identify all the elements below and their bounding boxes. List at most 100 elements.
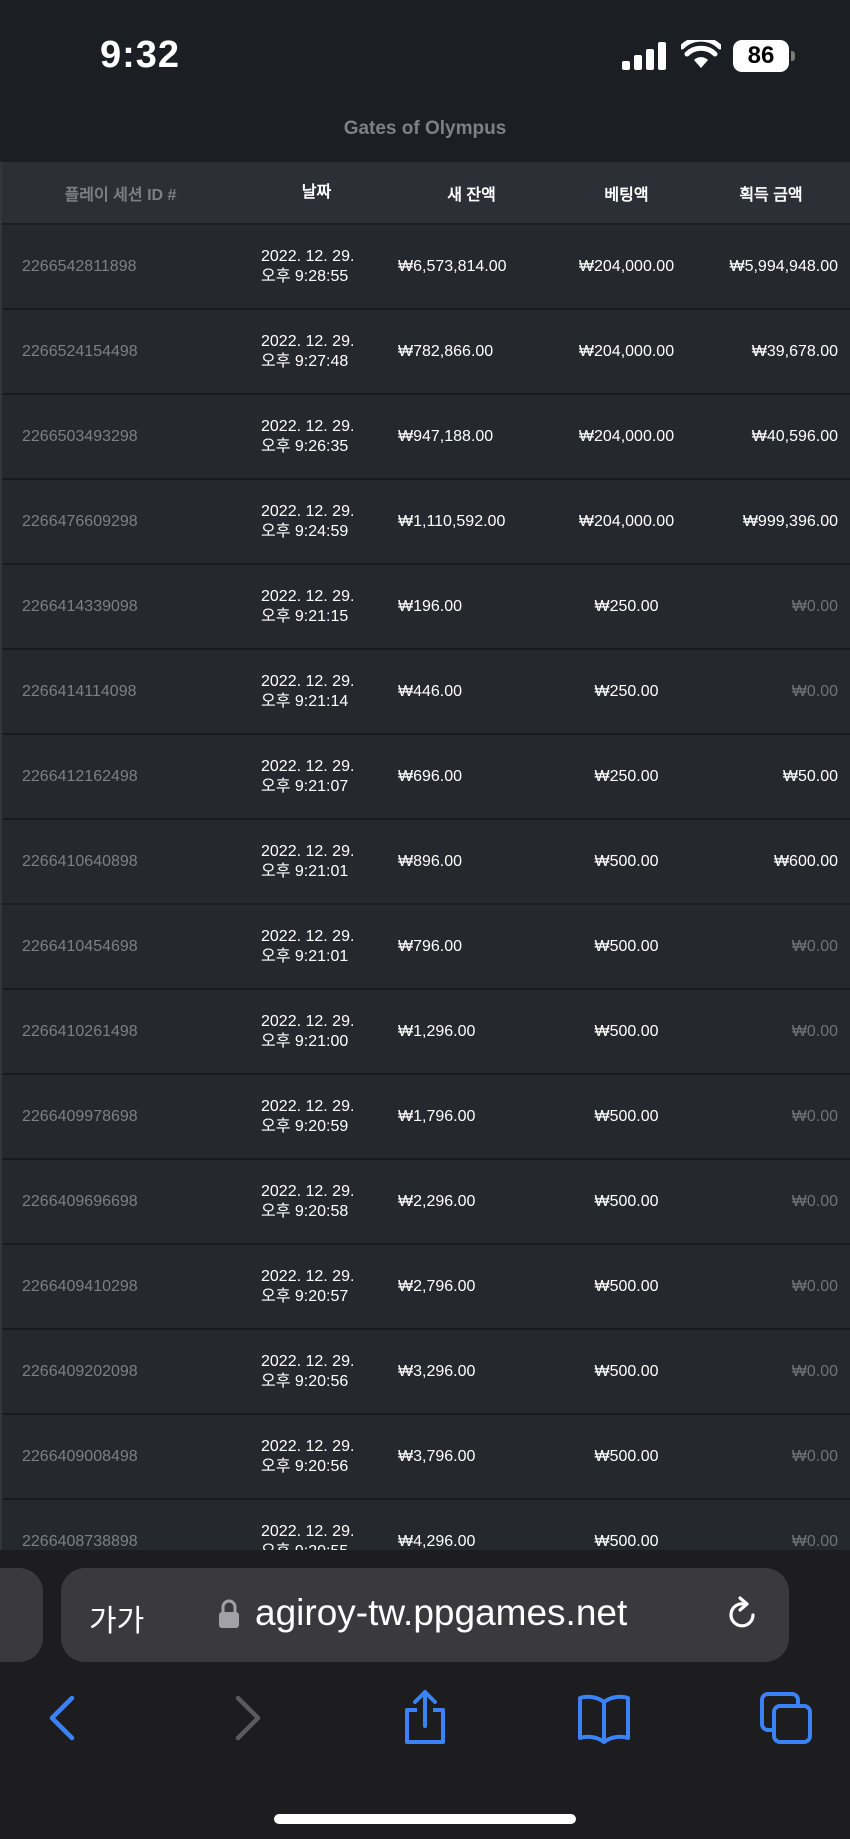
date-text: 2022. 12. 29. — [261, 1352, 355, 1370]
battery-level: 86 — [733, 40, 789, 72]
bet-cell: ₩204,000.00 — [578, 342, 675, 360]
win-cell: ₩39,678.00 — [751, 342, 838, 360]
home-indicator[interactable] — [274, 1814, 576, 1824]
date-text: 2022. 12. 29. — [261, 1267, 355, 1285]
lock-icon — [219, 1599, 239, 1628]
session-id-cell: 2266410640898 — [22, 852, 138, 870]
bet-cell: ₩500.00 — [594, 1362, 659, 1380]
header-session-id[interactable]: 플레이 세션 ID # — [2, 181, 239, 205]
balance-cell: ₩947,188.00 — [398, 427, 494, 445]
session-id-cell: 2266409978698 — [22, 1107, 138, 1125]
date-text: 2022. 12. 29. — [261, 672, 355, 690]
date-cell: 2022. 12. 29. 오후 9:20:59 — [239, 1097, 394, 1137]
win-cell: ₩600.00 — [773, 852, 838, 870]
win-cell: ₩40,596.00 — [751, 427, 838, 445]
header-bet[interactable]: 베팅액 — [549, 181, 704, 205]
balance-cell: ₩896.00 — [398, 852, 463, 870]
table-row[interactable]: 2266408738898 2022. 12. 29. 오후 9:20:55 ₩4,2… — [2, 1500, 850, 1550]
bet-cell: ₩204,000.00 — [578, 512, 675, 530]
time-text: 오후 9:21:14 — [261, 692, 349, 710]
win-cell: ₩0.00 — [791, 597, 838, 615]
session-id-cell: 2266414339098 — [22, 597, 138, 615]
date-cell: 2022. 12. 29. 오후 9:27:48 — [239, 332, 394, 372]
time-text: 오후 9:20:56 — [261, 1457, 349, 1475]
table-row[interactable]: 2266476609298 2022. 12. 29. 오후 9:24:59 ₩1,1… — [2, 480, 850, 565]
bet-cell: ₩204,000.00 — [578, 257, 675, 275]
time-text: 오후 9:20:57 — [261, 1287, 349, 1305]
time-text: 오후 9:21:01 — [261, 862, 349, 880]
battery-indicator: 86 — [733, 40, 795, 72]
book-icon[interactable] — [576, 1690, 632, 1746]
win-cell: ₩0.00 — [791, 1532, 838, 1550]
session-id-cell: 2266409008498 — [22, 1447, 138, 1465]
balance-cell: ₩2,796.00 — [398, 1277, 476, 1295]
table-row[interactable]: 2266410640898 2022. 12. 29. 오후 9:21:01 ₩896… — [2, 820, 850, 905]
session-id-cell: 2266409202098 — [22, 1362, 138, 1380]
bet-cell: ₩500.00 — [594, 1192, 659, 1210]
session-id-cell: 2266410261498 — [22, 1022, 138, 1040]
balance-cell: ₩446.00 — [398, 682, 463, 700]
date-cell: 2022. 12. 29. 오후 9:21:01 — [239, 842, 394, 882]
date-text: 2022. 12. 29. — [261, 842, 355, 860]
date-text: 2022. 12. 29. — [261, 247, 355, 265]
session-id-cell: 2266476609298 — [22, 512, 138, 530]
date-cell: 2022. 12. 29. 오후 9:21:07 — [239, 757, 394, 797]
bet-cell: ₩500.00 — [594, 937, 659, 955]
table-row[interactable]: 2266524154498 2022. 12. 29. 오후 9:27:48 ₩782… — [2, 310, 850, 395]
reload-icon[interactable] — [722, 1595, 762, 1635]
table-row[interactable]: 2266409008498 2022. 12. 29. 오후 9:20:56 ₩3,7… — [2, 1415, 850, 1500]
date-cell: 2022. 12. 29. 오후 9:20:56 — [239, 1437, 394, 1477]
win-cell: ₩0.00 — [791, 682, 838, 700]
bet-cell: ₩500.00 — [594, 1532, 659, 1550]
history-table: 플레이 세션 ID # 날짜 새 잔액 베팅액 획득 금액 2266542811… — [0, 162, 850, 1550]
balance-cell: ₩696.00 — [398, 767, 463, 785]
page-title: Gates of Olympus — [343, 118, 507, 139]
bet-cell: ₩250.00 — [594, 767, 659, 785]
date-text: 2022. 12. 29. — [261, 927, 355, 945]
header-balance[interactable]: 새 잔액 — [394, 181, 549, 205]
time-text: 오후 9:20:58 — [261, 1202, 349, 1220]
time-text: 오후 9:21:07 — [261, 777, 349, 795]
browser-toolbar: 가가 agiroy-tw.ppgames.net — [0, 1550, 850, 1839]
date-text: 2022. 12. 29. — [261, 1522, 355, 1540]
text-size-button[interactable]: 가가 — [89, 1596, 144, 1640]
table-row[interactable]: 2266409202098 2022. 12. 29. 오후 9:20:56 ₩3,2… — [2, 1330, 850, 1415]
table-row[interactable]: 2266542811898 2022. 12. 29. 오후 9:28:55 ₩6,5… — [2, 225, 850, 310]
table-row[interactable]: 2266410261498 2022. 12. 29. 오후 9:21:00 ₩1,2… — [2, 990, 850, 1075]
date-cell: 2022. 12. 29. 오후 9:26:35 — [239, 417, 394, 457]
balance-cell: ₩1,296.00 — [398, 1022, 476, 1040]
balance-cell: ₩782,866.00 — [398, 342, 494, 360]
table-row[interactable]: 2266410454698 2022. 12. 29. 오후 9:21:01 ₩796… — [2, 905, 850, 990]
address-bar[interactable]: 가가 agiroy-tw.ppgames.net — [61, 1568, 789, 1662]
time-text: 오후 9:28:55 — [261, 267, 349, 285]
status-time: 9:32 — [100, 34, 181, 76]
chevron-right-icon[interactable] — [218, 1690, 274, 1746]
table-row[interactable]: 2266414114098 2022. 12. 29. 오후 9:21:14 ₩446… — [2, 650, 850, 735]
bet-cell: ₩204,000.00 — [578, 427, 675, 445]
chevron-left-icon[interactable] — [36, 1690, 92, 1746]
time-text: 오후 9:24:59 — [261, 522, 349, 540]
table-row[interactable]: 2266409978698 2022. 12. 29. 오후 9:20:59 ₩1,7… — [2, 1075, 850, 1160]
table-row[interactable]: 2266409410298 2022. 12. 29. 오후 9:20:57 ₩2,7… — [2, 1245, 850, 1330]
table-row[interactable]: 2266414339098 2022. 12. 29. 오후 9:21:15 ₩196… — [2, 565, 850, 650]
balance-cell: ₩6,573,814.00 — [398, 257, 507, 275]
battery-cap — [791, 51, 795, 61]
header-date[interactable]: 날짜 — [239, 183, 394, 203]
table-row[interactable]: 2266503493298 2022. 12. 29. 오후 9:26:35 ₩947… — [2, 395, 850, 480]
date-cell: 2022. 12. 29. 오후 9:21:14 — [239, 672, 394, 712]
table-row[interactable]: 2266412162498 2022. 12. 29. 오후 9:21:07 ₩696… — [2, 735, 850, 820]
session-id-cell: 2266524154498 — [22, 342, 138, 360]
url-text[interactable]: agiroy-tw.ppgames.net — [255, 1592, 627, 1634]
date-text: 2022. 12. 29. — [261, 502, 355, 520]
table-row[interactable]: 2266409696698 2022. 12. 29. 오후 9:20:58 ₩2,2… — [2, 1160, 850, 1245]
balance-cell: ₩3,796.00 — [398, 1447, 476, 1465]
previous-tab-preview[interactable] — [0, 1568, 43, 1662]
share-icon[interactable] — [397, 1690, 453, 1746]
win-cell: ₩0.00 — [791, 1192, 838, 1210]
tabs-icon[interactable] — [758, 1690, 814, 1746]
date-cell: 2022. 12. 29. 오후 9:20:58 — [239, 1182, 394, 1222]
date-cell: 2022. 12. 29. 오후 9:20:57 — [239, 1267, 394, 1307]
header-win[interactable]: 획득 금액 — [704, 181, 840, 205]
session-id-cell: 2266408738898 — [22, 1532, 138, 1550]
balance-cell: ₩196.00 — [398, 597, 463, 615]
